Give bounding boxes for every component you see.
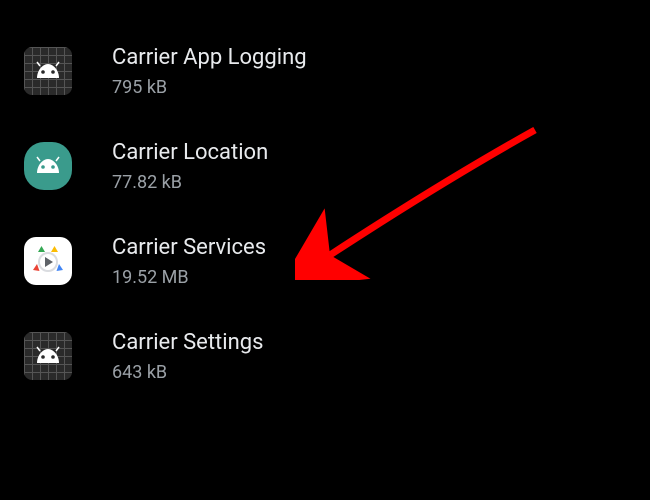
android-grid-icon bbox=[24, 332, 72, 380]
app-list-item-carrier-settings[interactable]: Carrier Settings 643 kB bbox=[0, 309, 650, 404]
play-services-icon bbox=[24, 237, 72, 285]
app-list-item-carrier-app-logging[interactable]: Carrier App Logging 795 kB bbox=[0, 24, 650, 119]
app-size: 77.82 kB bbox=[112, 171, 268, 194]
app-list-item-carrier-location[interactable]: Carrier Location 77.82 kB bbox=[0, 119, 650, 214]
app-list: Carrier App Logging 795 kB Carrier Locat… bbox=[0, 0, 650, 428]
app-name: Carrier App Logging bbox=[112, 44, 307, 73]
app-info: Carrier App Logging 795 kB bbox=[112, 44, 307, 99]
app-name: Carrier Location bbox=[112, 139, 268, 168]
app-info: Carrier Location 77.82 kB bbox=[112, 139, 268, 194]
app-name: Carrier Services bbox=[112, 234, 266, 263]
app-name: Carrier Settings bbox=[112, 329, 263, 358]
app-size: 19.52 MB bbox=[112, 266, 266, 289]
android-grid-icon bbox=[24, 47, 72, 95]
android-teal-icon bbox=[24, 142, 72, 190]
app-size: 795 kB bbox=[112, 76, 307, 99]
app-size: 643 kB bbox=[112, 361, 263, 384]
app-info: Carrier Settings 643 kB bbox=[112, 329, 263, 384]
app-info: Carrier Services 19.52 MB bbox=[112, 234, 266, 289]
app-list-item-carrier-services[interactable]: Carrier Services 19.52 MB bbox=[0, 214, 650, 309]
